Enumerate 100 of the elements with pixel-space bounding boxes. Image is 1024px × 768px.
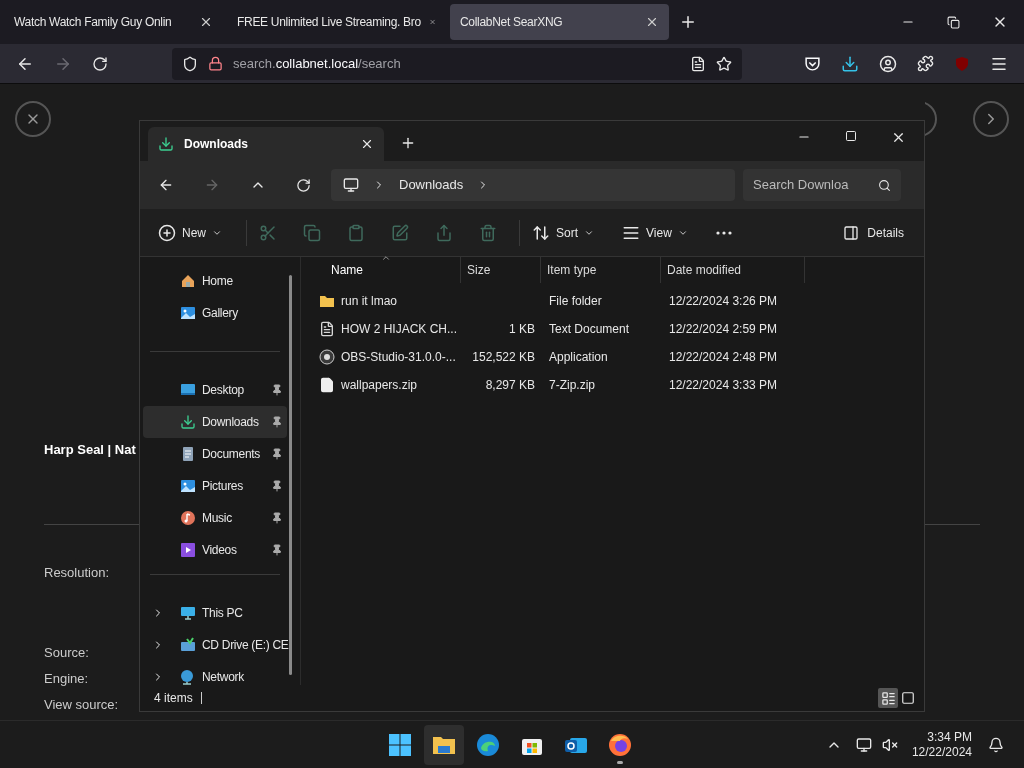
sidebar-item[interactable]: Documents	[143, 438, 287, 470]
tab-title: Downloads	[184, 136, 249, 153]
music-icon	[180, 510, 196, 526]
film-icon	[180, 542, 196, 558]
house-icon	[180, 273, 196, 289]
details-button[interactable]: Details	[835, 216, 912, 249]
close-icon[interactable]	[199, 15, 213, 29]
plus-icon	[158, 223, 176, 242]
new-tab-icon[interactable]	[400, 135, 416, 151]
file-date: 12/22/2024 3:26 PM	[669, 294, 778, 308]
picture-icon	[180, 305, 196, 321]
pocket-icon[interactable]	[804, 55, 821, 72]
browser-icon	[476, 733, 500, 757]
download-icon[interactable]	[841, 54, 859, 73]
toolbar-button[interactable]: Sort	[524, 216, 603, 249]
maximize-icon[interactable]	[845, 130, 857, 142]
column-header[interactable]: Name	[301, 256, 461, 283]
sidebar-label: Gallery	[202, 305, 239, 322]
sidebar-item[interactable]: Gallery	[143, 297, 287, 329]
file-size: 8,297 KB	[485, 377, 535, 394]
file-type: 7-Zip.zip	[549, 378, 595, 392]
window-tab[interactable]: Downloads	[148, 127, 384, 161]
breadcrumb-item[interactable]: Downloads	[399, 175, 464, 195]
panel-icon	[843, 224, 860, 241]
disc-icon	[319, 349, 335, 365]
file-row[interactable]: OBS-Studio-31.0.0-... 152,522 KB Application 12/22/2024 2:48 PM	[301, 343, 924, 371]
toolbar-button[interactable]: View	[614, 216, 696, 249]
restore-icon[interactable]	[947, 15, 960, 29]
clock-date: 12/22/2024	[911, 744, 972, 760]
browser-tab[interactable]: CollabNet SearXNG	[450, 4, 669, 40]
extensions-icon[interactable]	[917, 55, 934, 72]
close-icon[interactable]	[645, 15, 659, 29]
browser-tab[interactable]: Watch Watch Family Guy Onlin	[4, 4, 223, 40]
tile-icon	[901, 691, 915, 705]
back-icon[interactable]	[158, 177, 174, 193]
sidebar-item[interactable]: Home	[143, 265, 287, 297]
sidebar-item[interactable]: This PC	[143, 597, 287, 629]
search-field[interactable]: Search Downloa	[743, 169, 901, 201]
sidebar-label: CD Drive (E:) CE	[202, 637, 289, 654]
file-row[interactable]: wallpapers.zip 8,297 KB 7-Zip.zip 12/22/2024 3:33 PM	[301, 371, 924, 399]
close-icon[interactable]	[891, 130, 906, 145]
file-name: HOW 2 HIJACK CH...	[341, 321, 457, 338]
file-name: wallpapers.zip	[341, 377, 418, 394]
sidebar-item[interactable]: Desktop	[143, 374, 287, 406]
file-type: File folder	[549, 294, 602, 308]
sidebar-item[interactable]: Network	[143, 661, 287, 693]
copy-icon	[303, 223, 321, 242]
sidebar-label: Documents	[202, 446, 261, 463]
new-tab-icon[interactable]	[679, 13, 697, 31]
file-name: run it lmao	[341, 293, 398, 310]
sidebar-item[interactable]: Pictures	[143, 470, 287, 502]
reload-icon[interactable]	[92, 55, 108, 72]
firefox-icon	[608, 733, 632, 757]
network-icon	[180, 669, 196, 685]
refresh-icon[interactable]	[296, 177, 311, 193]
status-text: 4 items	[154, 690, 193, 707]
field-label: View source:	[44, 696, 119, 713]
browser-tab[interactable]: FREE Unlimited Live Streaming. Bro	[227, 4, 446, 40]
column-header[interactable]: Size	[461, 256, 541, 283]
file-icon	[319, 377, 335, 393]
file-type: Application	[549, 350, 608, 364]
share-icon	[435, 223, 453, 242]
taskbar-app[interactable]	[424, 725, 464, 765]
sidebar-label: Pictures	[202, 478, 244, 495]
result-title: Harp Seal | Nat	[44, 441, 136, 459]
download-icon	[158, 136, 174, 152]
sidebar-label: Videos	[202, 542, 238, 559]
toolbar-button[interactable]: New	[150, 216, 230, 249]
close-icon[interactable]	[360, 137, 374, 151]
bell-icon[interactable]	[988, 736, 1004, 753]
sidebar-item[interactable]: CD Drive (E:) CE	[143, 629, 287, 661]
star-icon[interactable]	[716, 55, 732, 72]
file-row[interactable]: HOW 2 HIJACK CH... 1 KB Text Document 12/22/2024 2:59 PM	[301, 315, 924, 343]
sidebar-item[interactable]: Music	[143, 502, 287, 534]
close-button[interactable]	[15, 101, 51, 137]
network-icon[interactable]	[855, 736, 872, 753]
file-row[interactable]: run it lmao File folder 12/22/2024 3:26 PM	[301, 287, 924, 315]
address-field[interactable]: search.collabnet.local/search	[172, 47, 742, 80]
sidebar-item[interactable]: Downloads	[143, 406, 287, 438]
sidebar-label: This PC	[202, 605, 244, 622]
column-header[interactable]: Date modified	[661, 256, 805, 283]
volume-muted-icon[interactable]	[881, 736, 898, 753]
lock-icon[interactable]	[208, 56, 223, 71]
picture-icon	[180, 478, 196, 494]
breadcrumb-bar[interactable]: Downloads	[331, 169, 735, 201]
shield-icon[interactable]	[182, 55, 198, 72]
field-label: Engine:	[44, 670, 89, 687]
tab-title: Watch Watch Family Guy Onlin	[14, 14, 173, 31]
forward-icon[interactable]	[204, 177, 220, 193]
account-icon[interactable]	[879, 54, 897, 73]
document-icon	[319, 321, 335, 337]
reader-icon[interactable]	[690, 55, 706, 72]
monitor-icon	[343, 177, 359, 193]
sidebar-label: Home	[202, 273, 234, 290]
column-header[interactable]: Item type	[541, 256, 661, 283]
sidebar-item[interactable]: Videos	[143, 534, 287, 566]
tab-title: CollabNet SearXNG	[460, 14, 564, 31]
file-type: Text Document	[549, 322, 630, 336]
folder-icon	[319, 293, 335, 309]
view-toggle[interactable]	[878, 688, 898, 708]
